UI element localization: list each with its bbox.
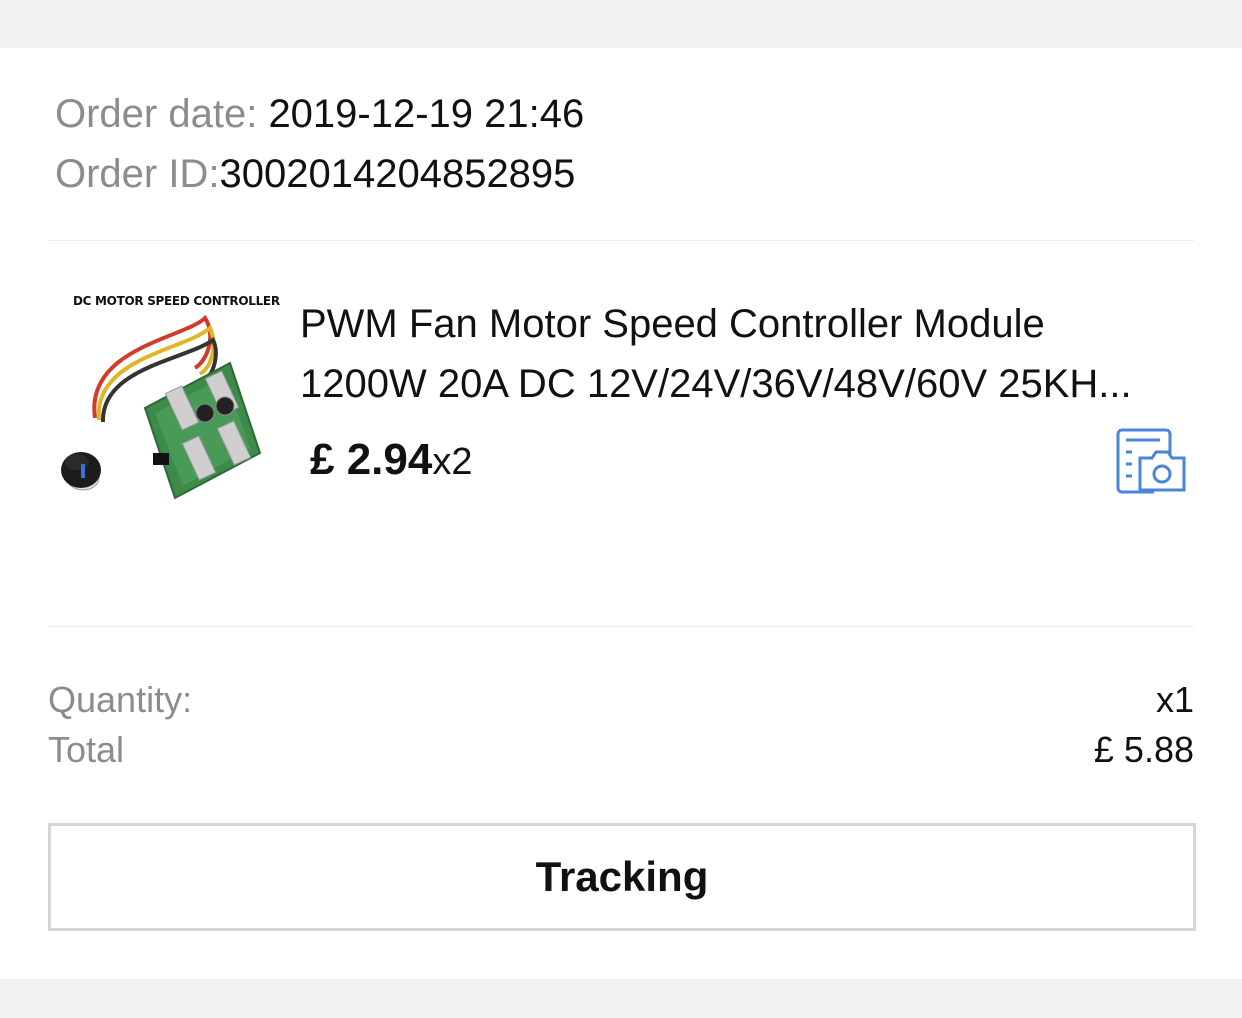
order-id-label: Order ID:: [55, 152, 220, 196]
product-title-line: 1200W 20A DC 12V/24V/36V/48V/60V 25KH...: [300, 362, 1132, 406]
quantity-value: x1: [1155, 679, 1194, 720]
unit-price: £ 2.94: [310, 435, 433, 484]
total-row: Total £ 5.88: [48, 728, 1194, 772]
order-card: Order date: 2019-12-19 21:46 Order ID:30…: [0, 48, 1242, 979]
product-image[interactable]: DC MOTOR SPEED CONTROLLER: [55, 288, 280, 503]
order-id-value: 3002014204852895: [219, 152, 576, 196]
divider: [48, 626, 1194, 627]
order-date-value: 2019-12-19 21:46: [268, 92, 585, 136]
product-title[interactable]: PWM Fan Motor Speed Controller Module 12…: [300, 294, 1180, 414]
total-label: Total: [48, 729, 125, 770]
product-price: £ 2.94x2: [310, 435, 472, 485]
total-value: £ 5.88: [1093, 729, 1194, 770]
order-date-row: Order date: 2019-12-19 21:46: [55, 90, 584, 138]
product-title-line: PWM Fan Motor Speed Controller Module: [300, 302, 1045, 346]
quantity-row: Quantity: x1: [48, 678, 1194, 722]
speed-controller-illustration: [61, 314, 262, 500]
order-date-label: Order date:: [55, 92, 269, 136]
order-id-row: Order ID:3002014204852895: [55, 150, 575, 198]
item-quantity: x2: [432, 441, 473, 483]
divider: [48, 240, 1194, 241]
tracking-button[interactable]: Tracking: [48, 823, 1196, 931]
review-photo-icon[interactable]: [1114, 428, 1188, 494]
quantity-label: Quantity:: [48, 679, 193, 720]
